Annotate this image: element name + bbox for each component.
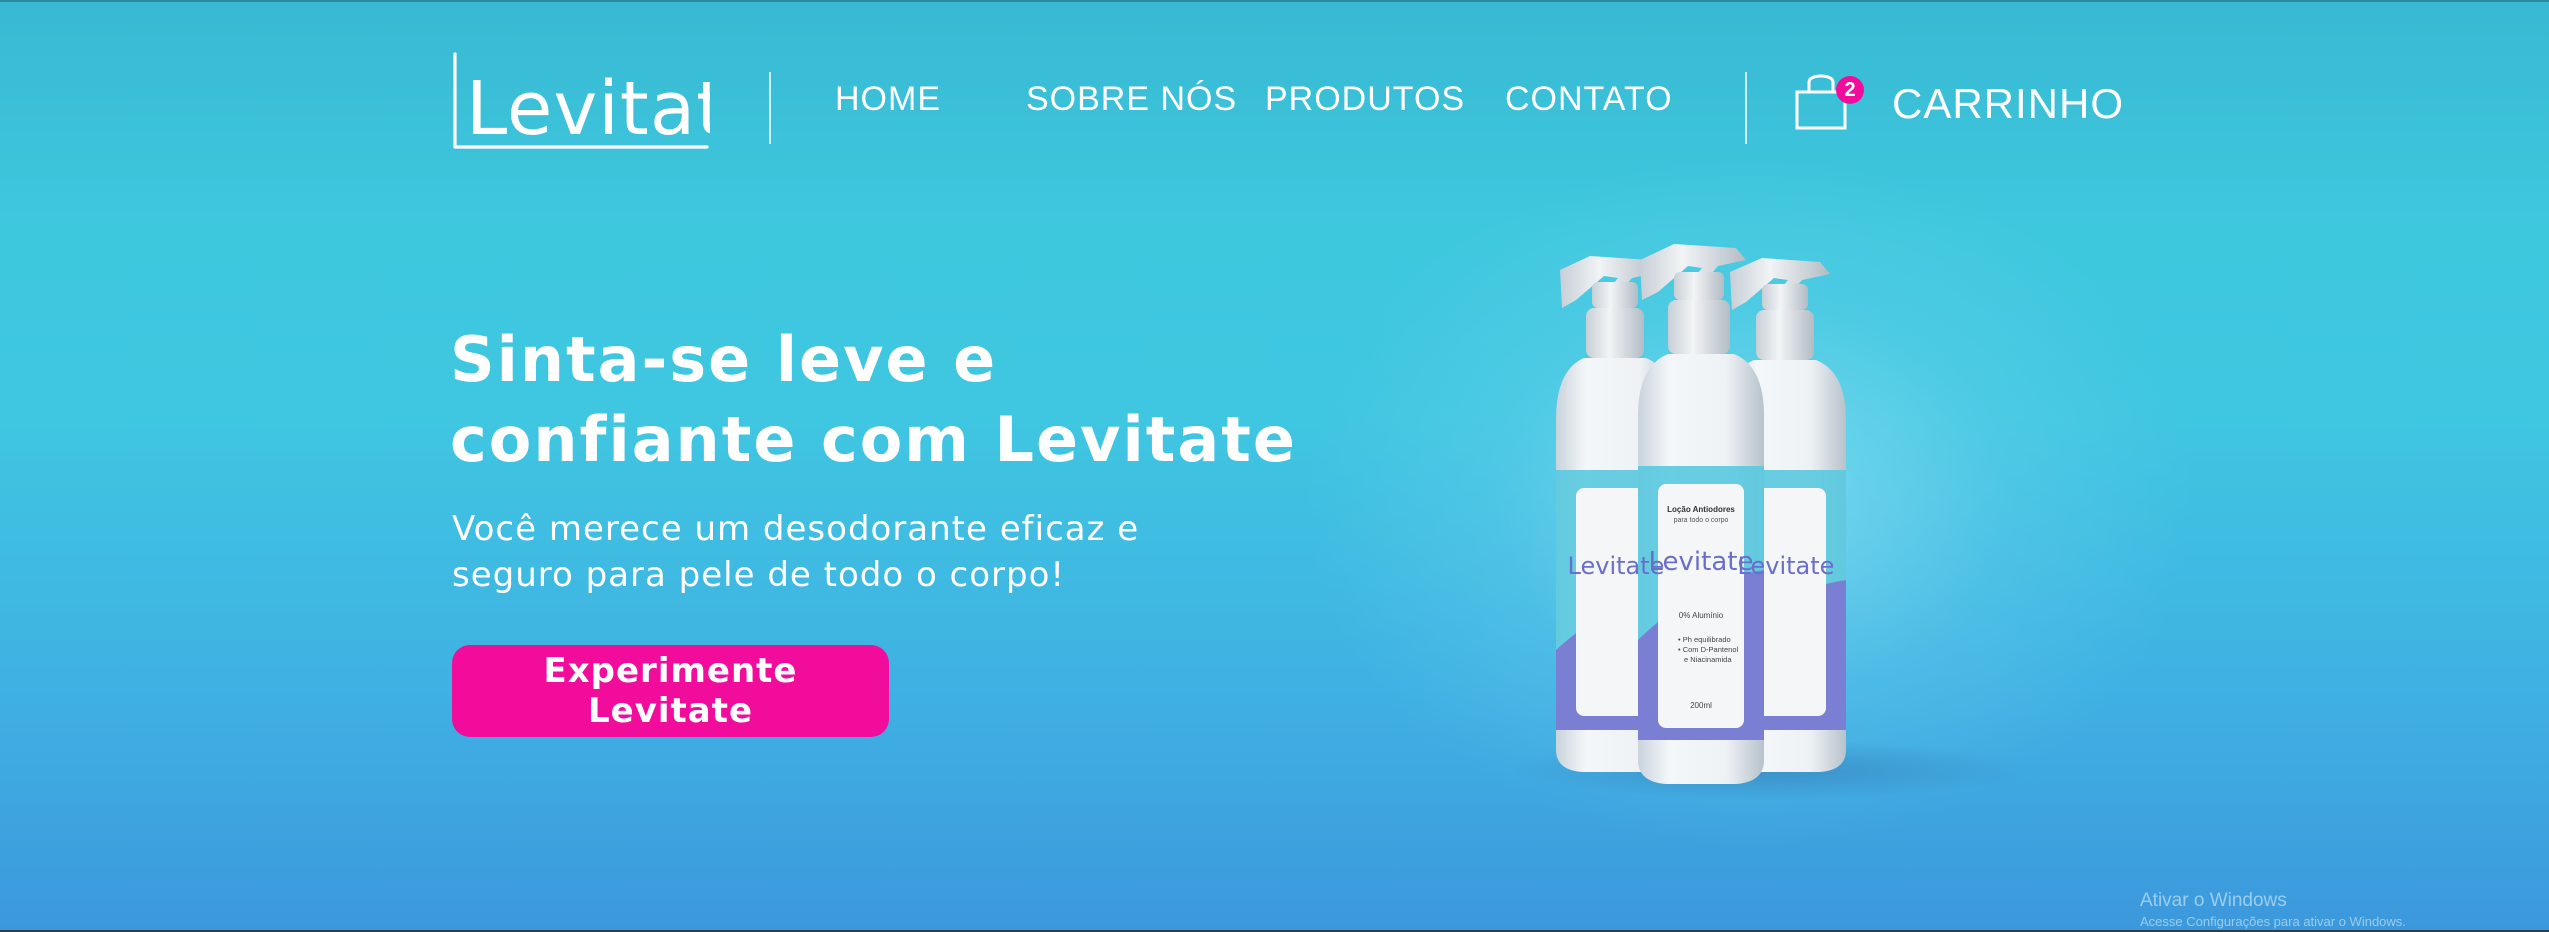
label-claim: 0% Alumínio xyxy=(1679,611,1724,620)
hero-subheadline: Você merece um desodorante eficaz e segu… xyxy=(452,506,1272,598)
label-brand-right: Levitate xyxy=(1738,552,1835,580)
spray-bottles-illustration: Loção Antiodores para todo o corpo Levit… xyxy=(1510,244,2030,800)
windows-activation-watermark: Ativar o Windows Acesse Configurações pa… xyxy=(2140,890,2406,929)
cart-link[interactable]: CARRINHO xyxy=(1892,80,2124,128)
brand-logo[interactable]: Levitate xyxy=(452,52,772,152)
label-feature-1: • Ph equilibrado xyxy=(1678,635,1731,644)
headline-line-1: Sinta-se leve e xyxy=(450,323,998,396)
label-subtitle: para todo o corpo xyxy=(1674,517,1729,524)
nav-home[interactable]: HOME xyxy=(835,80,941,119)
hero-headline: Sinta-se leve e confiante com Levitate xyxy=(450,320,1350,480)
experimente-levitate-button[interactable]: Experimente Levitate xyxy=(452,645,889,737)
label-title: Loção Antiodores xyxy=(1667,505,1735,514)
nav-sobre-nos[interactable]: SOBRE NÓS xyxy=(1026,80,1237,119)
cart-count-badge: 2 xyxy=(1836,76,1864,104)
watermark-line-2: Acesse Configurações para ativar o Windo… xyxy=(2140,914,2406,929)
headline-line-2: confiante com Levitate xyxy=(450,403,1297,476)
product-image: Loção Antiodores para todo o corpo Levit… xyxy=(1500,230,2040,830)
subheadline-line-2: seguro para pele de todo o corpo! xyxy=(452,555,1066,595)
nav-divider-right xyxy=(1745,72,1747,144)
subheadline-line-1: Você merece um desodorante eficaz e xyxy=(452,509,1140,549)
levitate-logo-icon: Levitate xyxy=(453,52,772,152)
label-feature-3: e Niacinamida xyxy=(1684,655,1732,664)
nav-divider-left xyxy=(769,72,771,144)
top-edge xyxy=(0,0,2549,2)
nav-produtos[interactable]: PRODUTOS xyxy=(1265,80,1465,119)
nav-contato[interactable]: CONTATO xyxy=(1505,80,1673,119)
label-brand-left: Levitate xyxy=(1568,552,1665,580)
label-volume: 200ml xyxy=(1690,701,1712,710)
hero-section: Levitate HOME SOBRE NÓS PRODUTOS CONTATO… xyxy=(0,0,2549,932)
watermark-line-1: Ativar o Windows xyxy=(2140,890,2287,911)
logo-wordmark: Levitate xyxy=(466,66,710,150)
label-feature-2: • Com D-Pantenol xyxy=(1678,645,1738,654)
